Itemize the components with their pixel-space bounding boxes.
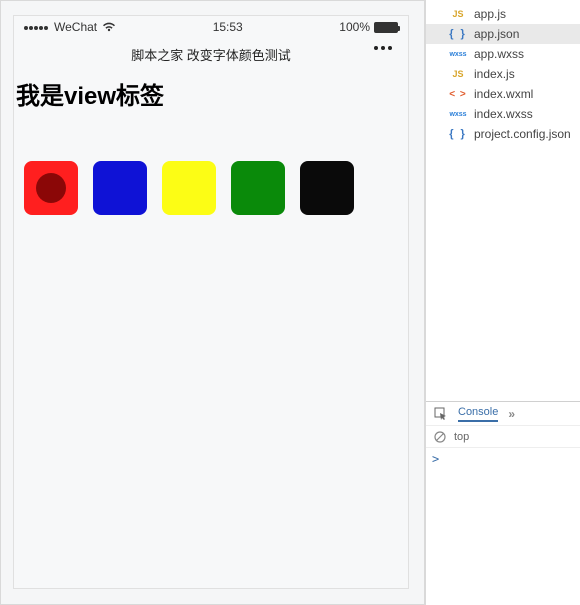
color-swatch-black[interactable] [300, 161, 354, 215]
file-item[interactable]: { } project.config.json [426, 124, 580, 144]
color-swatch-yellow[interactable] [162, 161, 216, 215]
signal-icon [24, 20, 49, 34]
file-item[interactable]: < > index.wxml [426, 84, 580, 104]
file-tree: JS app.js { } app.json wxss app.wxss JS index.j… [426, 0, 580, 401]
battery-icon [374, 22, 398, 33]
file-label: app.wxss [474, 47, 524, 61]
device-frame: WeChat 15:53 100% 脚本之家 改变字体颜色测试 我是view标签 [13, 15, 409, 589]
js-file-icon: JS [448, 9, 468, 19]
file-label: index.wxml [474, 87, 533, 101]
json-file-icon: { } [448, 128, 468, 140]
file-item[interactable]: { } app.json [426, 24, 580, 44]
status-left: WeChat [24, 20, 116, 34]
page-heading: 我是view标签 [14, 76, 408, 113]
console-prompt[interactable]: > [426, 448, 580, 470]
js-file-icon: JS [448, 69, 468, 79]
carrier-label: WeChat [54, 20, 97, 34]
nav-title: 脚本之家 改变字体颜色测试 [131, 45, 291, 64]
battery-pct: 100% [339, 20, 370, 34]
file-item[interactable]: JS index.js [426, 64, 580, 84]
wxml-file-icon: < > [448, 89, 468, 100]
more-icon[interactable] [374, 46, 392, 50]
nav-bar: 脚本之家 改变字体颜色测试 [14, 38, 408, 70]
console-tabs: Console » [426, 402, 580, 426]
color-row [14, 113, 408, 215]
file-label: project.config.json [474, 127, 571, 141]
console-tab[interactable]: Console [458, 406, 498, 422]
wifi-icon [102, 22, 116, 32]
status-bar: WeChat 15:53 100% [14, 16, 408, 38]
console-filter-bar: top [426, 426, 580, 448]
file-item[interactable]: wxss app.wxss [426, 44, 580, 64]
file-item[interactable]: JS app.js [426, 4, 580, 24]
json-file-icon: { } [448, 28, 468, 40]
file-label: app.json [474, 27, 519, 41]
wxss-file-icon: wxss [448, 111, 468, 118]
clear-console-icon[interactable] [434, 431, 446, 443]
console-panel: Console » top > [426, 401, 580, 605]
file-item[interactable]: wxss index.wxss [426, 104, 580, 124]
status-time: 15:53 [213, 20, 243, 34]
context-selector[interactable]: top [454, 431, 469, 443]
wxss-file-icon: wxss [448, 51, 468, 58]
file-label: index.js [474, 67, 515, 81]
right-panel: JS app.js { } app.json wxss app.wxss JS index.j… [425, 0, 580, 605]
tabs-overflow-icon[interactable]: » [508, 407, 515, 421]
color-swatch-blue[interactable] [93, 161, 147, 215]
status-right: 100% [339, 20, 398, 34]
color-swatch-green[interactable] [231, 161, 285, 215]
file-label: index.wxss [474, 107, 533, 121]
inspect-icon[interactable] [434, 407, 448, 421]
file-label: app.js [474, 7, 506, 21]
simulator-pane: WeChat 15:53 100% 脚本之家 改变字体颜色测试 我是view标签 [0, 0, 425, 605]
page-content: 我是view标签 [14, 70, 408, 215]
color-swatch-red[interactable] [24, 161, 78, 215]
